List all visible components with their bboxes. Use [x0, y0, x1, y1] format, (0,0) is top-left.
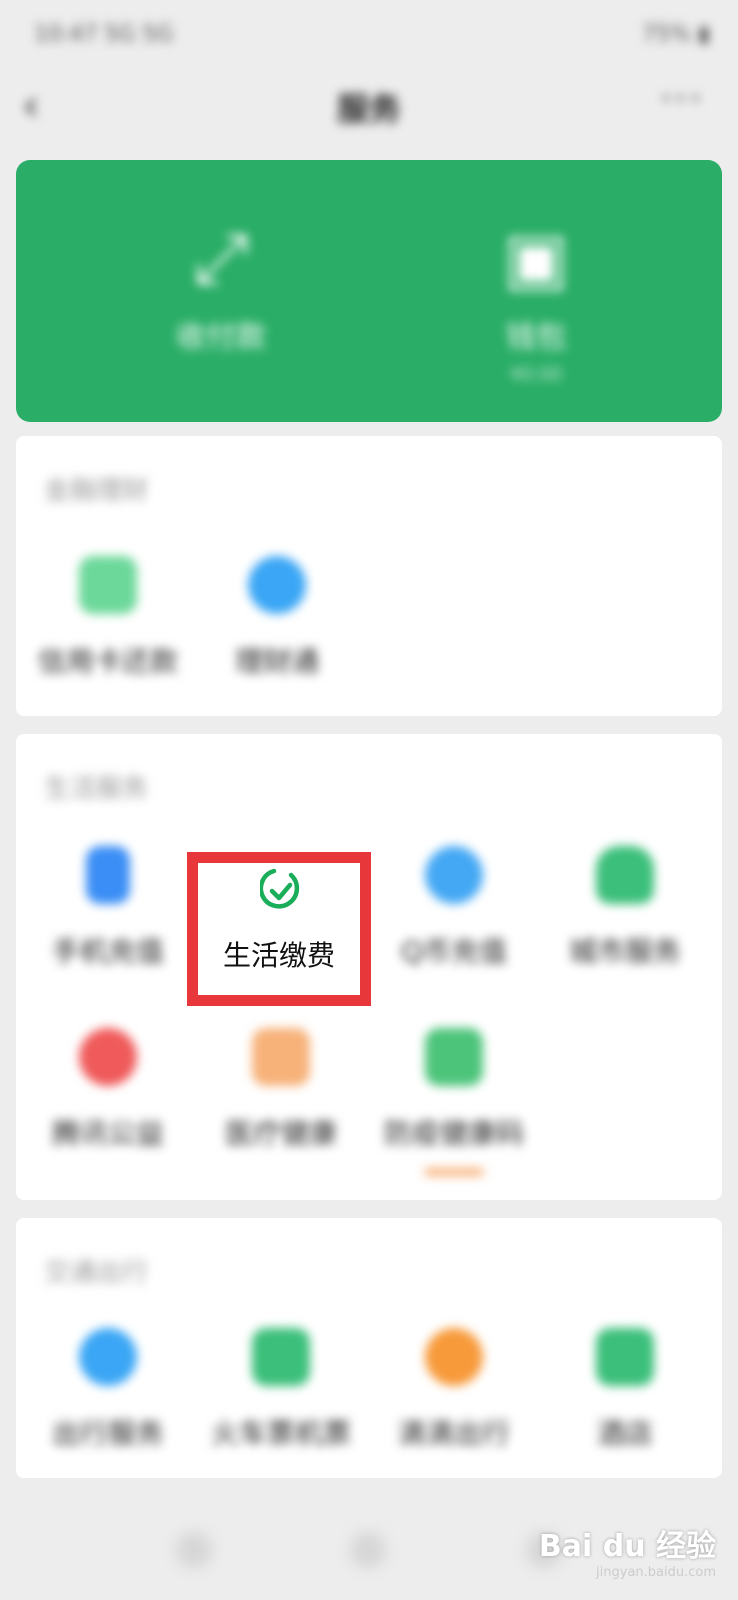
health-icon: [252, 1028, 310, 1086]
train-label: 火车票机票: [210, 1417, 351, 1450]
scan-pay-button[interactable]: ⤢ 收付款: [121, 220, 321, 356]
qcoin-button[interactable]: Q币充值: [366, 846, 542, 970]
travel-icon: [79, 1328, 137, 1386]
watermark-brand: Bai du 经验: [538, 1529, 716, 1564]
phone-topup-icon: [86, 846, 130, 904]
scan-pay-icon: ⤢: [193, 217, 249, 299]
status-time: 10:47 5G 5G: [34, 22, 174, 47]
didi-label: 滴滴出行: [397, 1417, 510, 1450]
train-icon: [252, 1328, 310, 1386]
finance-section: 金融理财 信用卡还款 理财通: [16, 436, 722, 716]
qcoin-icon: [425, 846, 483, 904]
payment-card: ⤢ 收付款 ▣ 钱包 ¥0.00: [16, 160, 722, 422]
health-code-label: 防疫健康码: [383, 1117, 524, 1150]
page-title: 服务: [336, 90, 401, 128]
nav-home-icon[interactable]: [350, 1532, 386, 1568]
transport-section: 交通出行 出行服务 火车票机票 滴滴出行 酒店: [16, 1218, 722, 1478]
phone-topup-button[interactable]: 手机充值: [20, 846, 196, 970]
scan-pay-label: 收付款: [176, 320, 266, 355]
wealth-icon: [248, 556, 306, 614]
wallet-icon: ▣: [502, 217, 570, 299]
wealth-label: 理财通: [234, 645, 319, 678]
hotel-button[interactable]: 酒店: [537, 1328, 713, 1452]
wealth-button[interactable]: 理财通: [189, 556, 365, 680]
navigation-bar: ‹ 服务 ···: [0, 70, 738, 140]
charity-icon: [79, 1028, 137, 1086]
card-repay-button[interactable]: 信用卡还款: [20, 556, 196, 680]
hotel-icon: [596, 1328, 654, 1386]
qcoin-label: Q币充值: [400, 935, 508, 968]
city-service-icon: [596, 846, 654, 904]
health-button[interactable]: 医疗健康: [193, 1028, 369, 1152]
baidu-watermark: Bai du 经验 jingyan.baidu.com: [539, 1521, 716, 1580]
status-bar: 10:47 5G 5G 75% ▮: [0, 0, 738, 70]
card-repay-icon: [79, 556, 137, 614]
health-label: 医疗健康: [224, 1117, 337, 1150]
travel-button[interactable]: 出行服务: [20, 1328, 196, 1452]
charity-button[interactable]: 腾讯公益: [20, 1028, 196, 1152]
more-icon[interactable]: ···: [660, 76, 704, 122]
health-code-badge: [424, 1168, 484, 1176]
life-payment-label: 生活缴费: [222, 939, 335, 972]
didi-icon: [425, 1328, 483, 1386]
didi-button[interactable]: 滴滴出行: [366, 1328, 542, 1452]
hotel-label: 酒店: [596, 1417, 653, 1450]
phone-topup-label: 手机充值: [51, 935, 164, 968]
life-payment-icon: [258, 865, 302, 915]
city-service-label: 城市服务: [568, 935, 681, 968]
wallet-button[interactable]: ▣ 钱包 ¥0.00: [436, 220, 636, 385]
city-service-button[interactable]: 城市服务: [537, 846, 713, 970]
nav-recent-icon[interactable]: [176, 1532, 212, 1568]
health-code-button[interactable]: 防疫健康码: [366, 1028, 542, 1176]
travel-label: 出行服务: [51, 1417, 164, 1450]
wallet-balance: ¥0.00: [510, 364, 562, 385]
charity-label: 腾讯公益: [51, 1117, 164, 1150]
card-repay-label: 信用卡还款: [37, 645, 178, 678]
life-payment-button[interactable]: 生活缴费: [187, 852, 371, 1006]
health-code-icon: [425, 1028, 483, 1086]
wallet-label: 钱包: [506, 320, 566, 355]
train-button[interactable]: 火车票机票: [193, 1328, 369, 1452]
section-title: 生活服务: [44, 774, 149, 804]
section-title: 交通出行: [44, 1258, 149, 1288]
section-title: 金融理财: [44, 476, 149, 506]
watermark-url: jingyan.baidu.com: [596, 1565, 716, 1580]
status-icons: 75% ▮: [642, 22, 710, 47]
